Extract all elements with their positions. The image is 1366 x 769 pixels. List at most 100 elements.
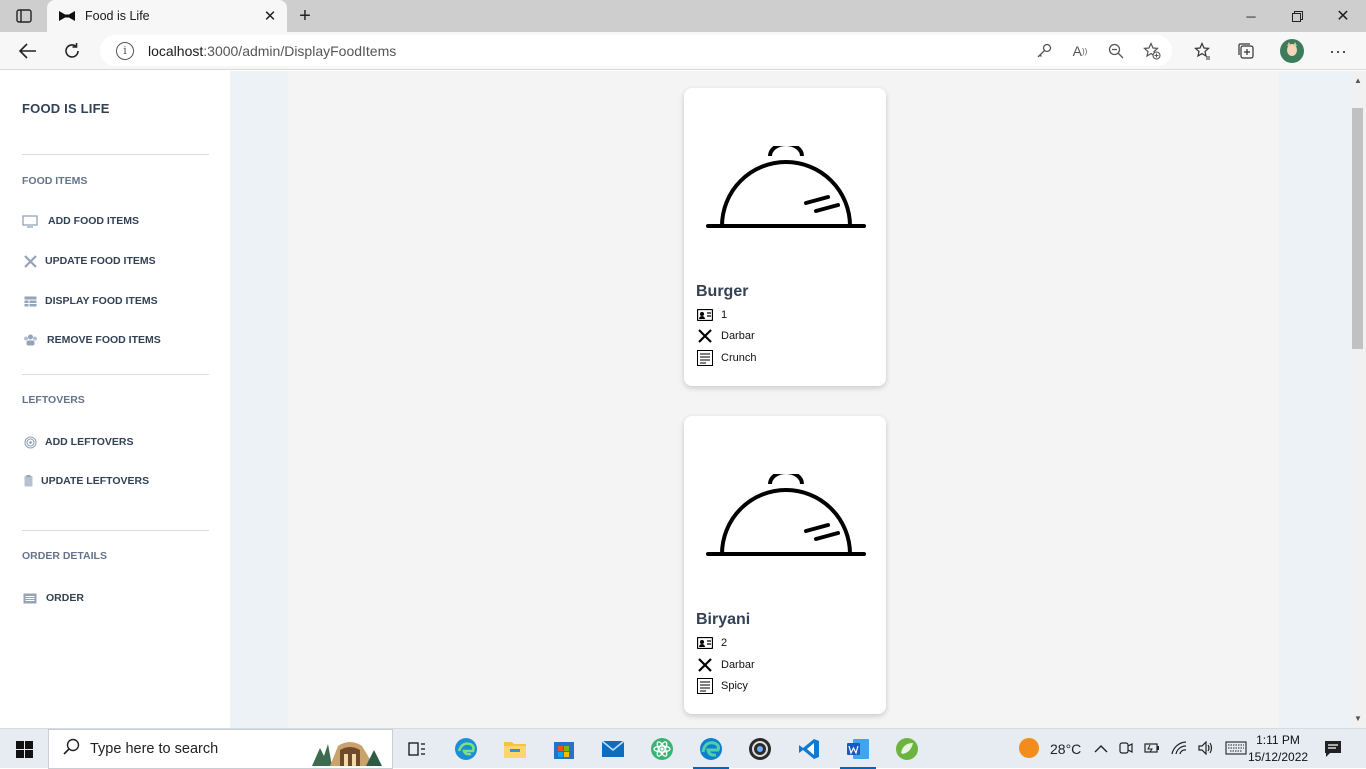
divider [22, 530, 209, 531]
food-card[interactable]: Biryani 2 Darbar Spicy [684, 416, 886, 714]
site-info-icon[interactable]: i [116, 41, 134, 60]
nav-add-leftovers[interactable]: ADD LEFTOVERS [22, 435, 133, 449]
meet-now-icon[interactable] [1119, 740, 1133, 759]
users-icon [22, 333, 38, 347]
menu-list-icon [696, 349, 714, 367]
address-bar[interactable]: i localhost:3000/admin/DisplayFoodItems … [100, 35, 1172, 66]
tab-title: Food is Life [85, 9, 150, 23]
browser-tab-strip: Food is Life ✕ + ─ ✕ [0, 0, 1366, 32]
food-name: Biryani [696, 611, 751, 628]
scroll-down-arrow-icon[interactable]: ▼ [1350, 711, 1366, 725]
edge-browser-icon[interactable] [687, 729, 735, 769]
favorites-icon[interactable] [1188, 37, 1216, 65]
nav-remove-food-items[interactable]: REMOVE FOOD ITEMS [22, 333, 161, 347]
word-icon[interactable] [834, 729, 882, 769]
windows-taskbar: Type here to search 28°C 1:11 PM 15/12/2… [0, 728, 1366, 769]
mail-icon[interactable] [589, 729, 637, 769]
new-tab-icon[interactable]: + [293, 5, 317, 27]
sidebar: FOOD IS LIFE FOOD ITEMS ADD FOOD ITEMS U… [0, 71, 230, 728]
menu-list-icon [696, 677, 714, 695]
refresh-icon[interactable] [58, 37, 86, 65]
id-card-icon [696, 306, 714, 324]
volume-icon[interactable] [1198, 740, 1214, 758]
chevron-up-icon[interactable] [1094, 742, 1108, 757]
wifi-icon[interactable] [1171, 740, 1187, 758]
vscode-icon[interactable] [785, 729, 833, 769]
weather-widget[interactable]: 28°C [1018, 729, 1081, 769]
food-card[interactable]: Burger 1 Darbar Crunch [684, 88, 886, 386]
add-favorite-icon[interactable] [1140, 39, 1164, 63]
tab-actions-icon[interactable] [10, 6, 38, 26]
utensils-icon [696, 327, 714, 345]
edge-dev-icon[interactable] [442, 729, 490, 769]
taskbar-clock[interactable]: 1:11 PM 15/12/2022 [1248, 732, 1308, 766]
windows-start-icon[interactable] [0, 729, 48, 769]
task-view-icon[interactable] [393, 729, 441, 769]
food-id-row: 2 [696, 634, 727, 652]
search-icon [63, 738, 80, 760]
read-aloud-icon[interactable]: A)) [1068, 39, 1092, 63]
nav-add-food-items[interactable]: ADD FOOD ITEMS [22, 214, 139, 228]
restore-icon[interactable] [1274, 0, 1320, 32]
minimize-icon[interactable]: ─ [1228, 0, 1274, 32]
scroll-up-arrow-icon[interactable]: ▲ [1350, 73, 1366, 87]
food-id: 1 [721, 309, 728, 321]
food-restaurant: Darbar [721, 659, 755, 671]
section-heading-order-details: ORDER DETAILS [22, 550, 107, 562]
scrollbar-thumb[interactable] [1352, 108, 1363, 349]
food-restaurant-row: Darbar [696, 656, 755, 674]
food-restaurant: Darbar [721, 330, 755, 342]
search-highlight-illustration [312, 742, 382, 766]
browser-toolbar: i localhost:3000/admin/DisplayFoodItems … [0, 32, 1366, 70]
monitor-icon [22, 214, 38, 228]
nav-update-leftovers[interactable]: UPDATE LEFTOVERS [22, 474, 149, 488]
clipboard-icon [22, 474, 34, 488]
food-id: 2 [721, 637, 728, 649]
fingerprint-icon [22, 435, 38, 449]
system-tray [1094, 729, 1247, 769]
divider [22, 154, 209, 155]
nav-update-food-items[interactable]: UPDATE FOOD ITEMS [22, 254, 156, 268]
key-icon[interactable] [1032, 39, 1056, 63]
collections-icon[interactable] [1232, 37, 1260, 65]
more-options-icon[interactable]: ··· [1324, 37, 1352, 65]
battery-icon[interactable] [1144, 741, 1160, 758]
food-description: Crunch [721, 352, 757, 364]
close-window-icon[interactable]: ✕ [1320, 0, 1366, 32]
browser-tab[interactable]: Food is Life ✕ [47, 0, 287, 32]
zoom-out-icon[interactable] [1104, 39, 1128, 63]
profile-avatar[interactable] [1280, 39, 1304, 63]
brand-title[interactable]: FOOD IS LIFE [22, 101, 110, 116]
food-description-row: Spicy [696, 677, 748, 695]
nav-display-food-items[interactable]: DISPLAY FOOD ITEMS [22, 294, 158, 308]
divider [22, 374, 209, 375]
section-heading-food-items: FOOD ITEMS [22, 175, 88, 187]
obs-studio-icon[interactable] [736, 729, 784, 769]
page-viewport: FOOD IS LIFE FOOD ITEMS ADD FOOD ITEMS U… [0, 71, 1350, 728]
food-restaurant-row: Darbar [696, 327, 755, 345]
clock-time: 1:11 PM [1256, 733, 1300, 747]
url-host: localhost [148, 42, 204, 59]
table-icon [22, 294, 38, 308]
food-id-row: 1 [696, 306, 727, 324]
back-icon[interactable] [14, 37, 42, 65]
atom-editor-icon[interactable] [638, 729, 686, 769]
list-icon [22, 591, 38, 605]
close-tab-icon[interactable]: ✕ [259, 5, 281, 27]
taskbar-search[interactable]: Type here to search [48, 729, 393, 769]
clock-date: 15/12/2022 [1248, 750, 1309, 764]
microsoft-store-icon[interactable] [540, 729, 588, 769]
url-path: :3000/admin/DisplayFoodItems [203, 42, 397, 59]
search-placeholder: Type here to search [90, 741, 219, 757]
notifications-icon[interactable] [1324, 729, 1342, 769]
spring-tool-icon[interactable] [883, 729, 931, 769]
food-description-row: Crunch [696, 349, 756, 367]
nav-order[interactable]: ORDER [22, 591, 84, 605]
utensils-icon [696, 656, 714, 674]
id-card-icon [696, 634, 714, 652]
file-explorer-icon[interactable] [491, 729, 539, 769]
bowtie-favicon-icon [59, 8, 75, 24]
food-description: Spicy [721, 680, 748, 692]
temperature: 28°C [1050, 741, 1082, 757]
keyboard-icon[interactable] [1225, 740, 1247, 758]
